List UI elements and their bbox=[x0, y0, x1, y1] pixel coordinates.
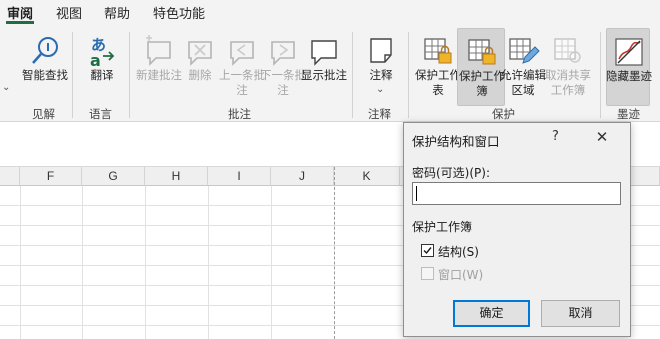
column-header-g[interactable]: G bbox=[82, 167, 145, 186]
unshare-workbook-button[interactable]: 取消共享工作簿 bbox=[544, 28, 592, 106]
smart-lookup-icon bbox=[32, 37, 58, 64]
text-caret bbox=[416, 186, 417, 201]
translate-icon: あ a bbox=[90, 36, 115, 68]
gridline bbox=[271, 186, 272, 339]
structure-label: 结构(S) bbox=[438, 245, 479, 259]
windows-checkbox[interactable] bbox=[421, 267, 434, 280]
chevron-down-icon[interactable]: ⌄ bbox=[2, 82, 10, 93]
next-comment-icon bbox=[271, 41, 295, 66]
gridline bbox=[82, 186, 83, 339]
protect-section-label: 保护工作簿 bbox=[412, 220, 473, 234]
tab-features[interactable]: 特色功能 bbox=[153, 3, 205, 22]
column-header-j[interactable]: J bbox=[271, 167, 334, 186]
protect-workbook-icon bbox=[468, 39, 496, 65]
gridline bbox=[20, 186, 21, 339]
tab-view[interactable]: 视图 bbox=[56, 3, 82, 22]
translate-label: 翻译 bbox=[90, 68, 114, 82]
protect-structure-dialog: 保护结构和窗口 ? ✕ 密码(可选)(P): 保护工作簿 结构(S) 窗口(W)… bbox=[403, 122, 631, 337]
column-header-h[interactable]: H bbox=[145, 167, 208, 186]
show-comments-button[interactable]: 显示批注 bbox=[300, 28, 348, 106]
structure-checkbox[interactable] bbox=[421, 244, 434, 257]
group-comments-label: 批注 bbox=[228, 107, 251, 121]
unshare-workbook-label: 取消共享工作簿 bbox=[545, 68, 591, 97]
group-divider bbox=[72, 32, 73, 118]
column-header-k[interactable]: K bbox=[334, 167, 400, 186]
smart-lookup-label: 智能查找 bbox=[22, 68, 68, 82]
delete-comment-icon bbox=[188, 41, 212, 66]
hide-ink-icon bbox=[615, 38, 643, 66]
menu-tab-bar: 审阅 视图 帮助 特色功能 bbox=[0, 0, 660, 24]
group-ink-label: 墨迹 bbox=[617, 107, 640, 121]
hide-ink-button[interactable]: 隐藏墨迹 bbox=[606, 28, 652, 106]
column-header-f[interactable]: F bbox=[20, 167, 82, 186]
hide-ink-label: 隐藏墨迹 bbox=[606, 69, 652, 83]
new-comment-icon bbox=[146, 35, 171, 66]
close-icon[interactable]: ✕ bbox=[590, 127, 614, 147]
gridline bbox=[145, 186, 146, 339]
show-comments-label: 显示批注 bbox=[301, 68, 347, 82]
gridline bbox=[208, 186, 209, 339]
translate-button[interactable]: あ a 翻译 bbox=[78, 28, 126, 106]
page-break-line bbox=[334, 167, 335, 339]
notes-label: 注释 bbox=[369, 68, 393, 82]
unshare-workbook-icon bbox=[554, 38, 581, 63]
group-divider bbox=[129, 32, 130, 118]
dialog-title: 保护结构和窗口 bbox=[412, 134, 500, 149]
group-protect-label: 保护 bbox=[492, 107, 515, 121]
group-language-label: 语言 bbox=[89, 107, 112, 121]
password-input[interactable] bbox=[412, 182, 621, 205]
tab-review[interactable]: 审阅 bbox=[7, 3, 33, 22]
previous-comment-icon bbox=[230, 41, 254, 66]
group-insights-label: 见解 bbox=[32, 107, 55, 121]
show-comments-icon bbox=[311, 40, 337, 66]
group-notes-label: 注释 bbox=[368, 107, 391, 121]
help-button[interactable]: ? bbox=[552, 129, 559, 144]
smart-lookup-button[interactable]: 智能查找 bbox=[21, 28, 69, 106]
group-divider bbox=[408, 32, 409, 118]
checkmark-icon bbox=[423, 247, 432, 255]
password-label: 密码(可选)(P): bbox=[412, 166, 491, 180]
column-header-i[interactable]: I bbox=[208, 167, 271, 186]
allow-edit-ranges-icon bbox=[509, 38, 540, 64]
cancel-button[interactable]: 取消 bbox=[541, 300, 620, 327]
svg-text:a: a bbox=[90, 51, 101, 68]
notes-button[interactable]: 注释 ⌄ bbox=[357, 28, 405, 106]
protect-sheet-icon bbox=[424, 38, 452, 64]
windows-label: 窗口(W) bbox=[438, 268, 484, 282]
note-icon bbox=[370, 38, 392, 63]
ribbon: ⌄ 智能查找 见解 あ a 翻译 语言 新建批注 删除 上一条批注 下一条批注 … bbox=[0, 24, 660, 122]
ok-button[interactable]: 确定 bbox=[453, 300, 530, 327]
column-header-partial bbox=[0, 167, 20, 186]
chevron-down-icon: ⌄ bbox=[376, 84, 385, 95]
tab-help[interactable]: 帮助 bbox=[104, 3, 130, 22]
